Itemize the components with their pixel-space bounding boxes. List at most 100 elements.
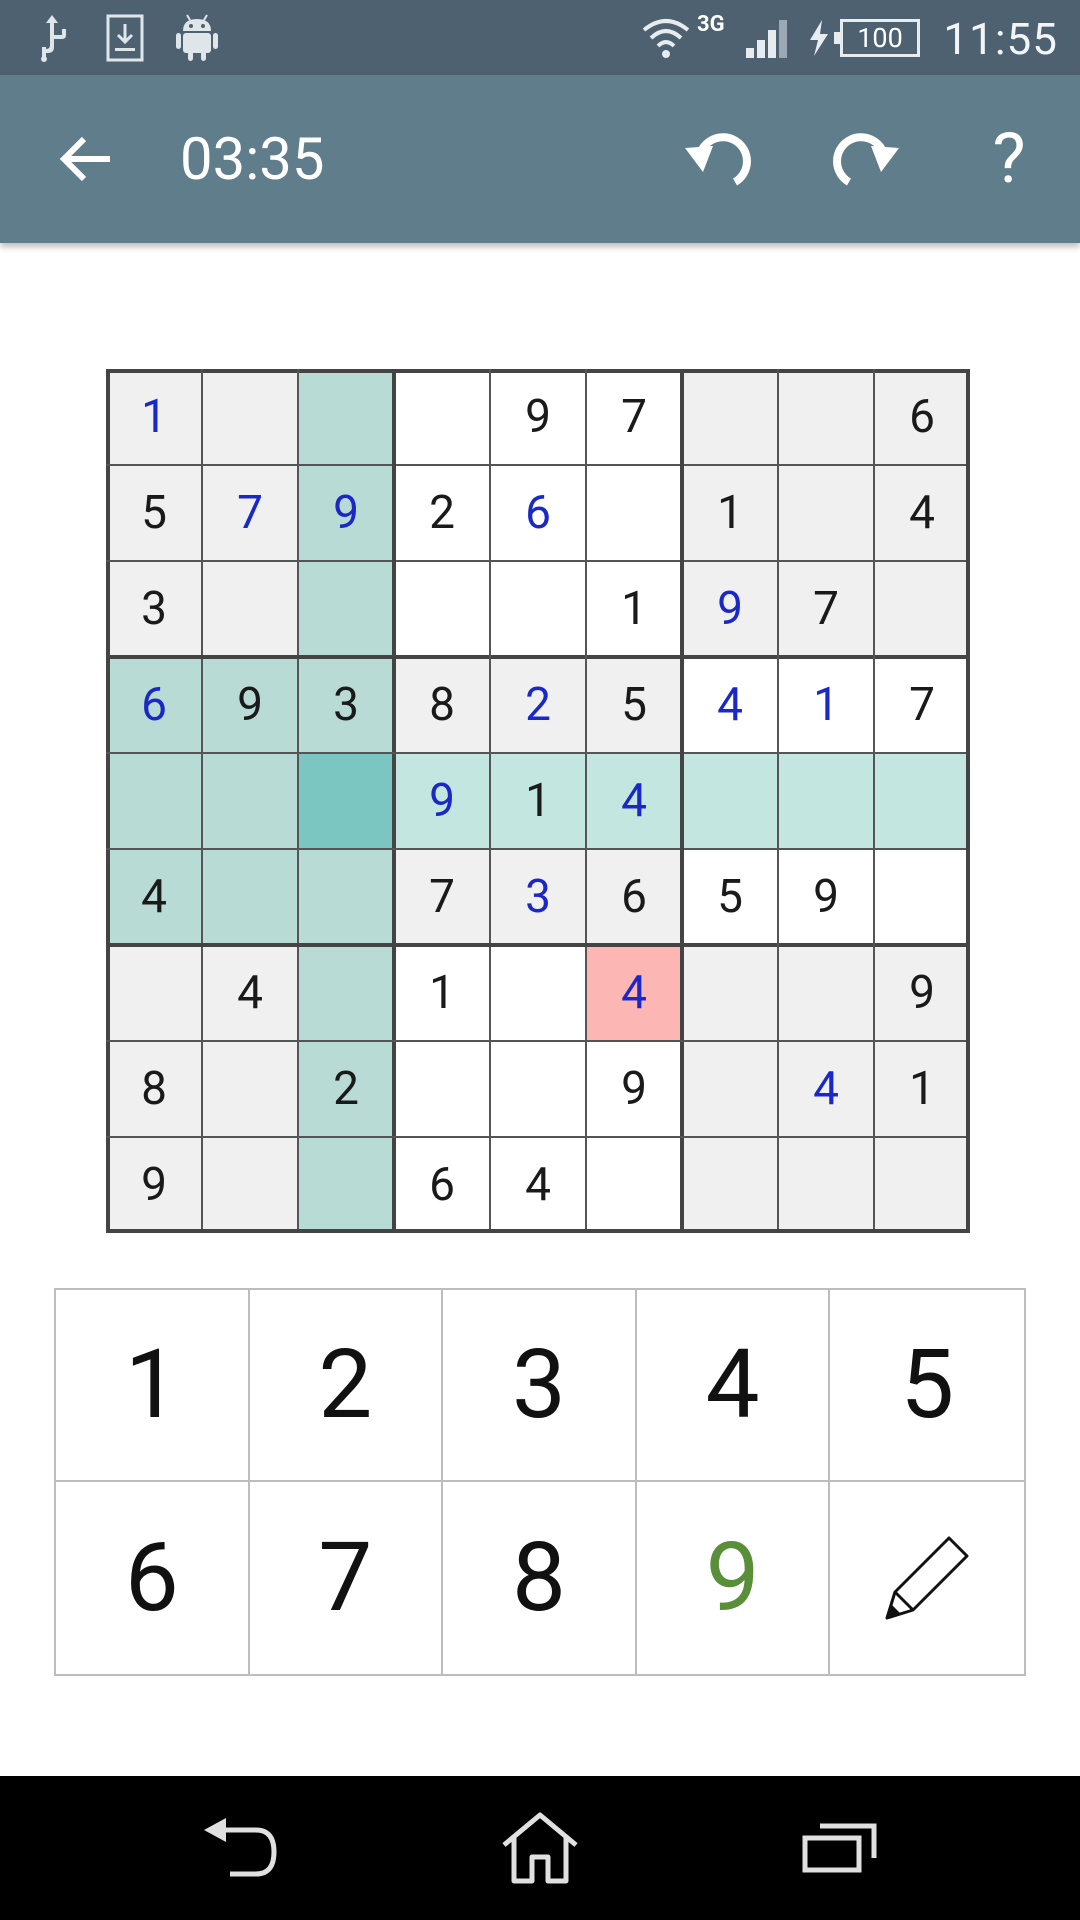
cell-r7-c7[interactable]	[682, 945, 778, 1041]
cell-r4-c6[interactable]: 5	[586, 657, 682, 753]
cell-r9-c4[interactable]: 6	[394, 1137, 490, 1233]
cell-r4-c4[interactable]: 8	[394, 657, 490, 753]
cell-r2-c2[interactable]: 7	[202, 465, 298, 561]
cell-r1-c7[interactable]	[682, 369, 778, 465]
cell-r6-c2[interactable]	[202, 849, 298, 945]
key-2[interactable]: 2	[249, 1290, 444, 1482]
redo-button[interactable]	[818, 75, 908, 243]
cell-r4-c9[interactable]: 7	[874, 657, 970, 753]
key-1[interactable]: 1	[56, 1290, 250, 1482]
cell-r8-c1[interactable]: 8	[106, 1041, 202, 1137]
cell-r5-c6[interactable]: 4	[586, 753, 682, 849]
cell-r5-c7[interactable]	[682, 753, 778, 849]
cell-r2-c4[interactable]: 2	[394, 465, 490, 561]
cell-r4-c2[interactable]: 9	[202, 657, 298, 753]
cell-r3-c2[interactable]	[202, 561, 298, 657]
cell-r3-c4[interactable]	[394, 561, 490, 657]
cell-r7-c5[interactable]	[490, 945, 586, 1041]
nav-recents-button[interactable]	[790, 1776, 890, 1920]
cell-r2-c8[interactable]	[778, 465, 874, 561]
cell-r7-c3[interactable]	[298, 945, 394, 1041]
cell-r2-c6[interactable]	[586, 465, 682, 561]
cell-r6-c4[interactable]: 7	[394, 849, 490, 945]
cell-r7-c8[interactable]	[778, 945, 874, 1041]
nav-home-button[interactable]	[490, 1776, 590, 1920]
cell-r4-c1[interactable]: 6	[106, 657, 202, 753]
cell-r9-c2[interactable]	[202, 1137, 298, 1233]
key-7[interactable]: 7	[249, 1482, 444, 1674]
cell-r8-c8[interactable]: 4	[778, 1041, 874, 1137]
cell-r7-c6[interactable]: 4	[586, 945, 682, 1041]
cell-r6-c6[interactable]: 6	[586, 849, 682, 945]
cell-r9-c5[interactable]: 4	[490, 1137, 586, 1233]
cell-r7-c2[interactable]: 4	[202, 945, 298, 1041]
cell-r2-c5[interactable]: 6	[490, 465, 586, 561]
cell-r5-c1[interactable]	[106, 753, 202, 849]
cell-r3-c5[interactable]	[490, 561, 586, 657]
navigation-bar	[0, 1776, 1080, 1920]
cell-r5-c2[interactable]	[202, 753, 298, 849]
cell-r7-c9[interactable]: 9	[874, 945, 970, 1041]
cell-r5-c3[interactable]	[298, 753, 394, 849]
cell-r9-c1[interactable]: 9	[106, 1137, 202, 1233]
cell-r2-c3[interactable]: 9	[298, 465, 394, 561]
cell-r5-c9[interactable]	[874, 753, 970, 849]
cell-r1-c3[interactable]	[298, 369, 394, 465]
cell-r3-c6[interactable]: 1	[586, 561, 682, 657]
key-9[interactable]: 9	[636, 1482, 831, 1674]
cell-r9-c3[interactable]	[298, 1137, 394, 1233]
network-type: 3G	[697, 12, 725, 37]
cell-r8-c4[interactable]	[394, 1041, 490, 1137]
cell-r4-c8[interactable]: 1	[778, 657, 874, 753]
key-4[interactable]: 4	[636, 1290, 831, 1482]
cell-r6-c7[interactable]: 5	[682, 849, 778, 945]
cell-r4-c3[interactable]: 3	[298, 657, 394, 753]
cell-r8-c9[interactable]: 1	[874, 1041, 970, 1137]
key-5[interactable]: 5	[830, 1290, 1024, 1482]
cell-r1-c5[interactable]: 9	[490, 369, 586, 465]
cell-r7-c1[interactable]	[106, 945, 202, 1041]
cell-r9-c6[interactable]	[586, 1137, 682, 1233]
cell-r1-c4[interactable]	[394, 369, 490, 465]
cell-r9-c8[interactable]	[778, 1137, 874, 1233]
cell-r5-c4[interactable]: 9	[394, 753, 490, 849]
cell-r8-c2[interactable]	[202, 1041, 298, 1137]
cell-r9-c9[interactable]	[874, 1137, 970, 1233]
cell-r6-c9[interactable]	[874, 849, 970, 945]
cell-r8-c3[interactable]: 2	[298, 1041, 394, 1137]
nav-back-button[interactable]	[190, 1776, 290, 1920]
cell-r3-c8[interactable]: 7	[778, 561, 874, 657]
cell-r1-c8[interactable]	[778, 369, 874, 465]
cell-r1-c2[interactable]	[202, 369, 298, 465]
cell-r1-c6[interactable]: 7	[586, 369, 682, 465]
cell-r2-c1[interactable]: 5	[106, 465, 202, 561]
cell-r3-c3[interactable]	[298, 561, 394, 657]
cell-r4-c7[interactable]: 4	[682, 657, 778, 753]
cell-r6-c3[interactable]	[298, 849, 394, 945]
cell-r1-c9[interactable]: 6	[874, 369, 970, 465]
cell-r9-c7[interactable]	[682, 1137, 778, 1233]
cell-r6-c1[interactable]: 4	[106, 849, 202, 945]
cell-r1-c1[interactable]: 1	[106, 369, 202, 465]
cell-r8-c7[interactable]	[682, 1041, 778, 1137]
key-8[interactable]: 8	[443, 1482, 637, 1674]
cell-r7-c4[interactable]: 1	[394, 945, 490, 1041]
cell-r2-c9[interactable]: 4	[874, 465, 970, 561]
key-3[interactable]: 3	[443, 1290, 637, 1482]
cell-r5-c5[interactable]: 1	[490, 753, 586, 849]
cell-r4-c5[interactable]: 2	[490, 657, 586, 753]
cell-r3-c1[interactable]: 3	[106, 561, 202, 657]
cell-r8-c5[interactable]	[490, 1041, 586, 1137]
cell-r6-c8[interactable]: 9	[778, 849, 874, 945]
cell-r5-c8[interactable]	[778, 753, 874, 849]
cell-r8-c6[interactable]: 9	[586, 1041, 682, 1137]
back-button[interactable]	[40, 75, 130, 243]
cell-r6-c5[interactable]: 3	[490, 849, 586, 945]
undo-button[interactable]	[676, 75, 766, 243]
cell-r3-c7[interactable]: 9	[682, 561, 778, 657]
pencil-button[interactable]	[830, 1482, 1024, 1674]
key-6[interactable]: 6	[56, 1482, 250, 1674]
help-button[interactable]: ?	[964, 75, 1054, 243]
cell-r3-c9[interactable]	[874, 561, 970, 657]
cell-r2-c7[interactable]: 1	[682, 465, 778, 561]
